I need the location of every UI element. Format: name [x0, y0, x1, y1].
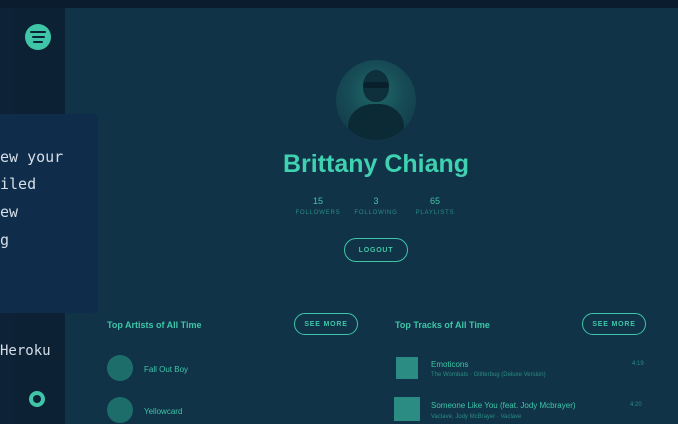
github-icon[interactable]	[29, 391, 45, 407]
track-subtitle: Vaclave, Jody McBrayer · Vaclave	[431, 414, 522, 420]
stat-followers: 15 FOLLOWERS	[288, 196, 348, 216]
artists-see-more-button[interactable]: SEE MORE	[294, 313, 358, 335]
spotify-icon[interactable]	[25, 24, 51, 50]
track-artwork[interactable]	[394, 397, 420, 421]
overlay-card: ew your iled ew g	[0, 114, 98, 313]
profile-name: Brittany Chiang	[282, 150, 470, 178]
overlay-text: ew	[0, 203, 19, 221]
track-artwork[interactable]	[396, 357, 418, 379]
artist-image[interactable]	[107, 397, 133, 423]
artist-name[interactable]: Yellowcard	[144, 407, 182, 416]
track-duration: 4:20	[630, 402, 642, 408]
artist-name[interactable]: Fall Out Boy	[144, 365, 188, 374]
track-title[interactable]: Someone Like You (feat. Jody Mcbrayer)	[431, 401, 576, 410]
stat-playlists: 65 PLAYLISTS	[405, 196, 465, 216]
stat-following: 3 FOLLOWING	[346, 196, 406, 216]
tracks-see-more-button[interactable]: SEE MORE	[582, 313, 646, 335]
avatar	[336, 60, 416, 140]
top-bar	[0, 0, 678, 8]
track-subtitle: The Wombats · Glitterbug (Deluxe Version…	[431, 372, 546, 378]
artist-image[interactable]	[107, 355, 133, 381]
stat-label: FOLLOWING	[354, 210, 398, 216]
stat-label: FOLLOWERS	[295, 210, 341, 216]
overlay-text: g	[0, 231, 10, 249]
track-title[interactable]: Emoticons	[431, 360, 468, 369]
overlay-text: iled	[0, 175, 37, 193]
stat-value: 3	[373, 196, 379, 206]
stat-value: 15	[312, 196, 323, 206]
track-duration: 4:19	[632, 361, 644, 367]
top-artists-title: Top Artists of All Time	[107, 320, 202, 330]
top-tracks-title: Top Tracks of All Time	[395, 320, 490, 330]
overlay-text: ew your	[0, 148, 64, 166]
stat-value: 65	[429, 196, 440, 206]
heroku-label: Heroku	[0, 343, 51, 359]
logout-button[interactable]: LOGOUT	[344, 238, 408, 262]
stat-label: PLAYLISTS	[415, 210, 455, 216]
